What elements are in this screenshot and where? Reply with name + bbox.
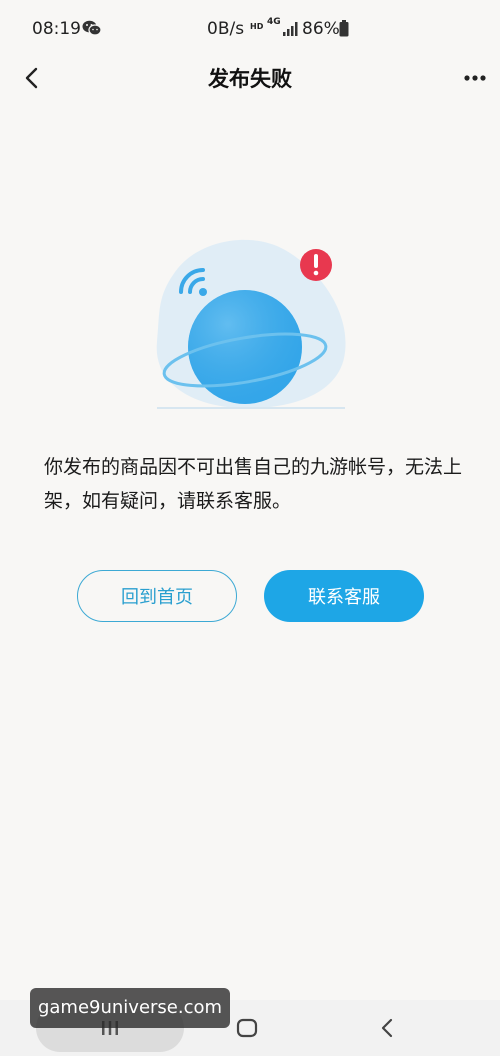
page-title: 发布失败 bbox=[208, 67, 292, 91]
system-home-button[interactable] bbox=[230, 1012, 264, 1044]
back-to-home-button[interactable]: 回到首页 bbox=[77, 570, 237, 622]
more-dots-icon bbox=[464, 75, 486, 81]
battery-icon bbox=[339, 20, 349, 42]
error-alert-icon bbox=[300, 249, 332, 281]
network-speed: 0B/s bbox=[207, 19, 245, 39]
system-back-button[interactable] bbox=[372, 1012, 402, 1044]
hd-badge: HD bbox=[250, 22, 264, 31]
home-icon bbox=[236, 1018, 258, 1038]
status-bar: 08:19 0B/s HD 4G 86% bbox=[0, 0, 500, 58]
network-error-illustration bbox=[145, 232, 360, 417]
back-icon bbox=[381, 1018, 393, 1038]
failure-message: 你发布的商品因不可出售自己的九游帐号，无法上架，如有疑问，请联系客服。 bbox=[44, 456, 463, 512]
more-button[interactable] bbox=[458, 62, 492, 94]
status-time: 08:19 bbox=[32, 19, 81, 39]
nav-bar: 发布失败 bbox=[0, 58, 500, 98]
signal-icon bbox=[283, 21, 299, 41]
watermark: game9universe.com bbox=[30, 988, 230, 1028]
network-type-badge: 4G bbox=[267, 17, 281, 27]
contact-support-button[interactable]: 联系客服 bbox=[264, 570, 424, 622]
wechat-icon bbox=[82, 20, 102, 41]
battery-percent: 86% bbox=[302, 19, 340, 39]
publish-failed-page: 08:19 0B/s HD 4G 86% 发布失败 你发布的商品因不可出售自己的… bbox=[0, 0, 500, 1056]
